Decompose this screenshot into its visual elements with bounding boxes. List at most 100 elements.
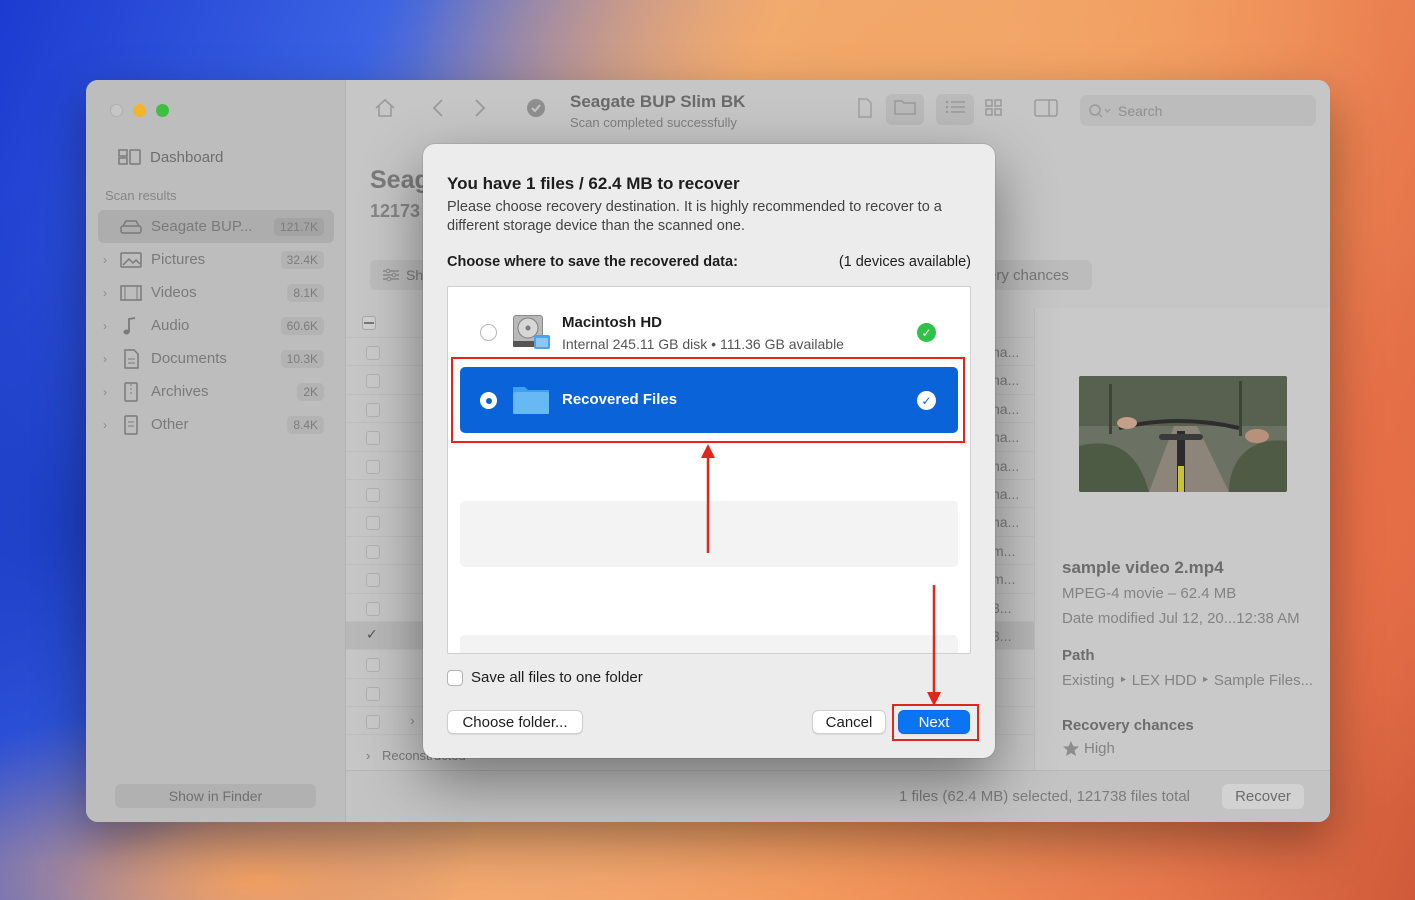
close-window-button[interactable] (110, 104, 123, 117)
filter-icon (383, 268, 399, 282)
back-icon[interactable] (432, 98, 444, 123)
preview-path-value: Existing ‣ LEX HDD ‣ Sample Files... (1062, 672, 1314, 689)
maximize-window-button[interactable] (156, 104, 169, 117)
row-checkbox[interactable] (366, 346, 380, 360)
preview-panel: sample video 2.mp4 MPEG-4 movie – 62.4 M… (1034, 308, 1330, 770)
search-placeholder: Search (1118, 102, 1163, 119)
drive-icon (119, 217, 143, 237)
row-checkbox[interactable] (366, 374, 380, 389)
show-in-finder-button[interactable]: Show in Finder (115, 784, 316, 808)
music-note-icon (119, 316, 143, 336)
archive-icon (119, 381, 143, 402)
row-checkbox[interactable] (366, 459, 380, 474)
row-checkbox[interactable] (366, 544, 380, 559)
star-icon (1063, 741, 1079, 756)
status-bar: 1 files (62.4 MB) selected, 121738 files… (346, 770, 1330, 822)
hard-drive-icon (510, 311, 552, 353)
sidebar-item-label: Other (151, 416, 189, 433)
scan-status: Scan completed successfully (570, 115, 737, 130)
chevron-right-icon[interactable]: › (103, 286, 113, 300)
row-checkbox[interactable] (366, 658, 380, 673)
sidebar-item-label: Archives (151, 383, 209, 400)
grid-view-icon[interactable] (984, 98, 1004, 123)
sidebar: Dashboard Scan results Seagate BUP... 12… (86, 80, 346, 822)
file-icon[interactable] (856, 98, 874, 123)
sidebar-item-label: Seagate BUP... (151, 218, 253, 235)
cancel-button[interactable]: Cancel (812, 710, 886, 734)
scan-results-list: Seagate BUP... 121.7K › Pictures 32.4K ›… (98, 210, 334, 441)
chevron-right-icon[interactable]: › (103, 418, 113, 432)
document-icon (119, 348, 143, 369)
choose-folder-button[interactable]: Choose folder... (447, 710, 583, 734)
chevron-right-icon[interactable]: › (410, 712, 415, 728)
chevron-right-icon[interactable]: › (366, 748, 370, 763)
row-checkbox[interactable] (366, 402, 380, 417)
row-checkbox[interactable] (366, 715, 380, 730)
sidebar-item-label: Pictures (151, 251, 206, 268)
checkmark-icon: ✓ (917, 323, 936, 342)
save-all-one-folder[interactable]: Save all files to one folder (447, 669, 643, 686)
sidebar-dashboard[interactable]: Dashboard (118, 148, 223, 166)
preview-path-label: Path (1062, 647, 1095, 664)
empty-slot (460, 501, 958, 567)
other-file-icon (119, 414, 143, 435)
highlight-box-recovered-files (451, 357, 965, 443)
row-checkbox[interactable] (366, 516, 380, 531)
dashboard-label: Dashboard (150, 148, 224, 166)
recover-button[interactable]: Recover (1222, 784, 1304, 809)
sidebar-item-drive[interactable]: Seagate BUP... 121.7K (98, 210, 334, 243)
sidebar-item-label: Audio (151, 317, 190, 334)
sidebar-item-pictures[interactable]: › Pictures 32.4K (98, 243, 334, 276)
row-checkbox-checked[interactable]: ✓ (366, 626, 380, 642)
sidebar-item-other[interactable]: › Other 8.4K (98, 408, 334, 441)
destination-info: Internal 245.11 GB disk • 111.36 GB avai… (562, 336, 844, 352)
preview-panel-icon[interactable] (1034, 98, 1058, 123)
sidebar-item-videos[interactable]: › Videos 8.1K (98, 276, 334, 309)
item-count: 32.4K (280, 250, 324, 269)
row-checkbox[interactable] (366, 431, 380, 446)
highlight-box-next (892, 704, 979, 741)
destination-radio[interactable] (480, 324, 497, 341)
sidebar-item-documents[interactable]: › Documents 10.3K (98, 342, 334, 375)
destination-macintosh-hd[interactable]: Macintosh HD Internal 245.11 GB disk • 1… (460, 299, 958, 365)
search-input[interactable]: Search (1080, 95, 1316, 126)
sidebar-item-audio[interactable]: › Audio 60.6K (98, 309, 334, 342)
forward-icon[interactable] (474, 98, 486, 123)
dialog-title: You have 1 files / 62.4 MB to recover (447, 174, 740, 193)
preview-filename: sample video 2.mp4 (1062, 558, 1224, 577)
pictures-icon (119, 250, 143, 270)
item-count: 10.3K (280, 349, 324, 368)
list-view-icon[interactable] (936, 94, 974, 125)
recovery-destination-dialog: You have 1 files / 62.4 MB to recover Pl… (423, 144, 995, 758)
home-icon[interactable] (374, 98, 396, 123)
sidebar-item-label: Videos (151, 284, 197, 301)
item-count: 121.7K (273, 217, 324, 236)
preview-recovery-value: High (1062, 740, 1115, 757)
file-count: 12173 (370, 201, 421, 221)
item-count: 60.6K (280, 316, 324, 335)
chevron-right-icon[interactable]: › (103, 319, 113, 333)
folder-view-icon[interactable] (886, 94, 924, 125)
dashboard-icon (118, 149, 141, 165)
video-icon (119, 283, 143, 303)
minimize-window-button[interactable] (133, 104, 146, 117)
save-all-checkbox[interactable] (447, 669, 463, 686)
video-thumbnail (1079, 376, 1287, 492)
dialog-description: Please choose recovery destination. It i… (447, 199, 942, 234)
chevron-right-icon[interactable]: › (103, 352, 113, 366)
scan-complete-icon (526, 98, 546, 123)
preview-recovery-label: Recovery chances (1062, 717, 1194, 734)
chevron-right-icon[interactable]: › (103, 253, 113, 267)
item-count: 8.4K (287, 415, 324, 434)
row-checkbox[interactable] (366, 573, 380, 588)
destination-name: Macintosh HD (562, 314, 663, 331)
chevron-right-icon[interactable]: › (103, 385, 113, 399)
sidebar-item-label: Documents (151, 350, 227, 367)
show-filter-label: Sh (406, 267, 424, 283)
row-checkbox[interactable] (366, 487, 380, 502)
sidebar-item-archives[interactable]: › Archives 2K (98, 375, 334, 408)
row-checkbox[interactable] (366, 686, 380, 701)
preview-date-modified: Date modified Jul 12, 20...12:38 AM (1062, 610, 1300, 627)
drive-heading: Seag (370, 166, 430, 194)
row-checkbox[interactable] (366, 601, 380, 616)
